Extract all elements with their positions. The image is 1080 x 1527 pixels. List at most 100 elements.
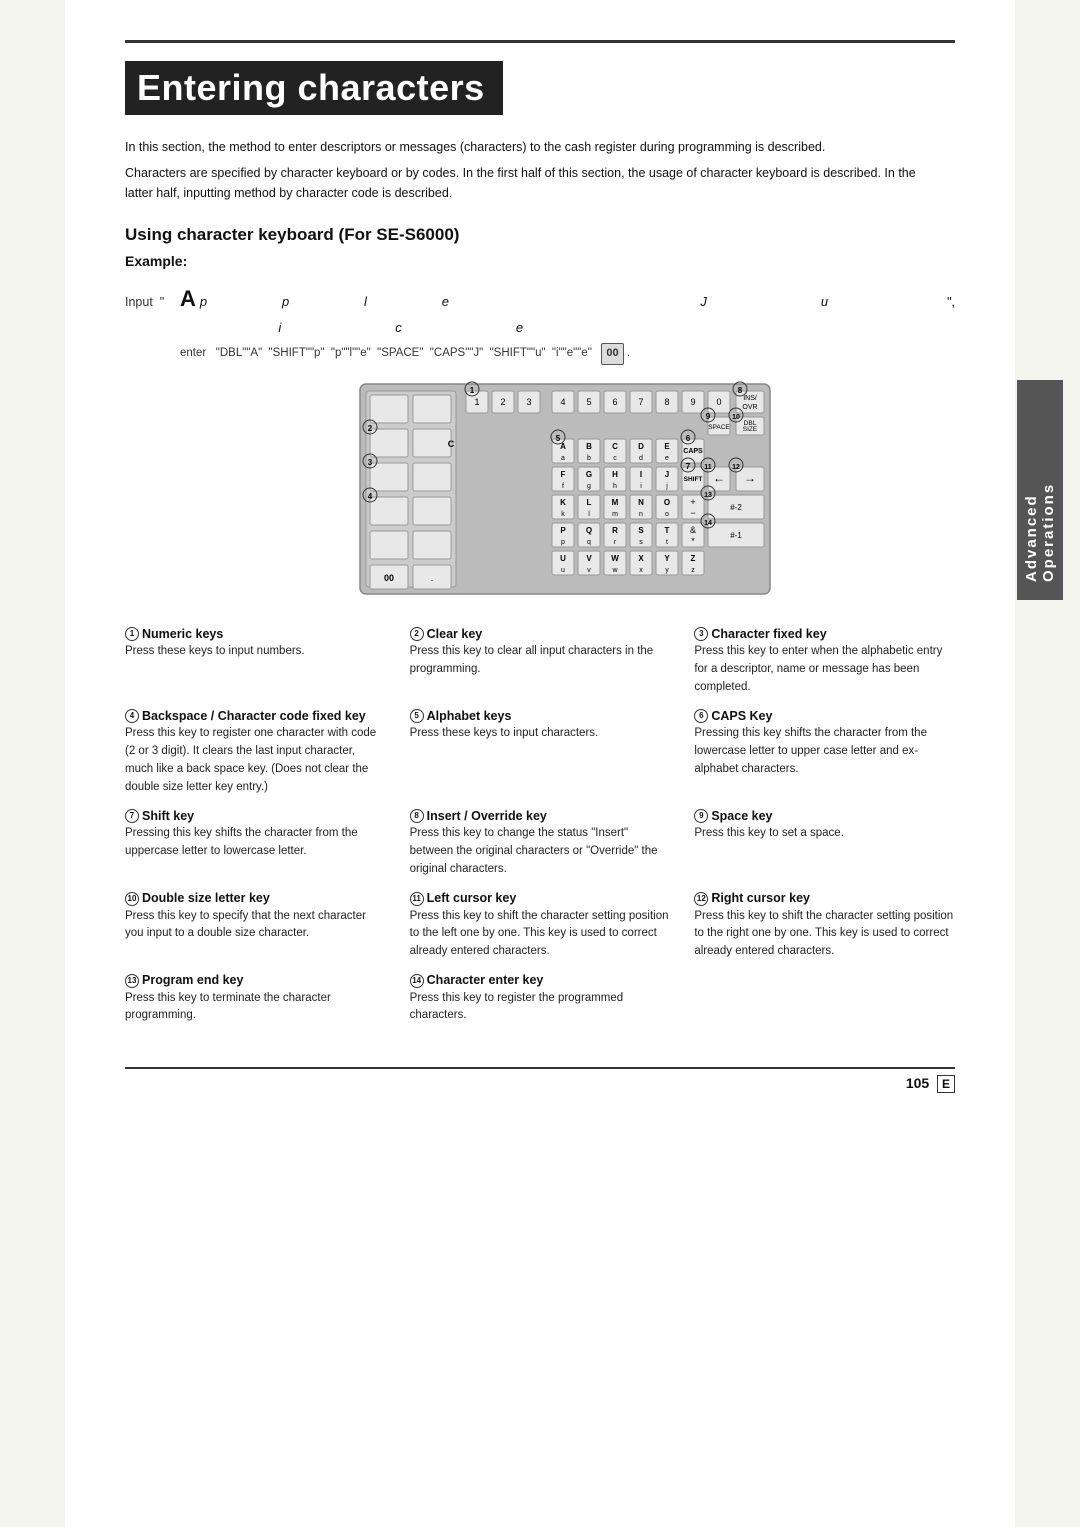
svg-text:C: C [448, 439, 455, 449]
svg-text:00: 00 [384, 573, 394, 583]
desc-item-3: 3Character fixed keyPress this key to en… [694, 627, 955, 697]
desc-title-5: 5Alphabet keys [410, 709, 671, 724]
desc-text-12: Press this key to shift the character se… [694, 908, 955, 961]
desc-item-1: 1Numeric keysPress these keys to input n… [125, 627, 386, 697]
svg-text:13: 13 [704, 492, 712, 499]
desc-item-13: 13Program end key Press this key to termi… [125, 973, 386, 1025]
svg-text:1: 1 [474, 397, 479, 407]
svg-text:5: 5 [556, 434, 561, 443]
desc-item-11: 11Left cursor key Press this key to shift… [410, 891, 671, 961]
svg-text:y: y [665, 567, 669, 574]
svg-text:U: U [560, 554, 566, 563]
svg-text:x: x [639, 567, 643, 574]
svg-text:u: u [561, 567, 565, 574]
svg-text:n: n [639, 511, 643, 518]
svg-text:2: 2 [368, 424, 373, 433]
desc-title-14: 14Character enter key [410, 973, 671, 988]
svg-text:2: 2 [500, 397, 505, 407]
desc-text-2: Press this key to clear all input charac… [410, 643, 671, 679]
svg-text:8: 8 [738, 386, 743, 395]
svg-text:m: m [612, 511, 618, 518]
desc-text-6: Pressing this key shifts the character f… [694, 725, 955, 778]
section-title: Using character keyboard (For SE-S6000) [125, 225, 955, 245]
svg-text:→: → [744, 471, 756, 485]
desc-item-10: 10Double size letter keyPress this key t… [125, 891, 386, 961]
desc-text-13: Press this key to terminate the characte… [125, 990, 386, 1026]
desc-item-2: 2Clear keyPress this key to clear all in… [410, 627, 671, 697]
svg-text:4: 4 [368, 492, 373, 501]
input-big-a: A [180, 277, 196, 321]
desc-item-4: 4Backspace / Character code fixed keyPre… [125, 709, 386, 797]
svg-text:4: 4 [560, 397, 565, 407]
svg-text:S: S [638, 526, 644, 535]
svg-text:5: 5 [586, 397, 591, 407]
svg-text:q: q [587, 539, 591, 546]
example-area: Input " A p p l e J u i c e " , enter "D… [125, 277, 955, 365]
svg-text:K: K [560, 498, 566, 507]
svg-text:3: 3 [368, 458, 373, 467]
svg-text:O: O [664, 498, 670, 507]
svg-text:*: * [691, 536, 695, 546]
enter-dot: . [627, 347, 630, 359]
svg-text:G: G [586, 470, 592, 479]
top-rule [125, 40, 955, 43]
desc-item-8: 8Insert / Override keyPress this key to … [410, 809, 671, 879]
svg-text:z: z [691, 567, 695, 574]
svg-text:t: t [666, 539, 668, 546]
enter-box: 00 [601, 343, 623, 365]
svg-text:SHIFT: SHIFT [684, 476, 703, 483]
svg-text:R: R [612, 526, 618, 535]
svg-text:s: s [639, 539, 643, 546]
desc-title-9: 9Space key [694, 809, 955, 824]
svg-text:9: 9 [690, 397, 695, 407]
svg-text:9: 9 [706, 412, 711, 421]
desc-item-5: 5Alphabet keysPress these keys to input … [410, 709, 671, 797]
svg-text:CAPS: CAPS [683, 448, 703, 455]
desc-item-12: 12Right cursor keyPress this key to shif… [694, 891, 955, 961]
svg-text:Z: Z [691, 554, 696, 563]
svg-text:F: F [561, 470, 566, 479]
svg-text:P: P [560, 526, 566, 535]
desc-item-9: 9Space keyPress this key to set a space. [694, 809, 955, 879]
keyboard-container: 00 . 1 2 3 4 5 6 7 8 [125, 379, 955, 609]
desc-title-1: 1Numeric keys [125, 627, 386, 642]
example-label: Example: [125, 253, 955, 269]
desc-item-6: 6CAPS KeyPressing this key shifts the ch… [694, 709, 955, 797]
svg-text:h: h [613, 483, 617, 490]
svg-text:+: + [690, 497, 695, 507]
svg-text:8: 8 [664, 397, 669, 407]
input-line: Input " A p p l e J u i c e " , [125, 277, 955, 341]
desc-text-1: Press these keys to input numbers. [125, 643, 386, 661]
page-number-row: 105 E [125, 1067, 955, 1091]
svg-text:w: w [611, 567, 618, 574]
intro-paragraph-2: Characters are specified by character ke… [125, 163, 945, 203]
svg-text:N: N [638, 498, 644, 507]
desc-title-2: 2Clear key [410, 627, 671, 642]
svg-text:c: c [613, 455, 617, 462]
desc-title-4: 4Backspace / Character code fixed key [125, 709, 386, 724]
svg-text:7: 7 [638, 397, 643, 407]
svg-text:e: e [665, 455, 669, 462]
desc-title-11: 11Left cursor key [410, 891, 671, 906]
svg-text:V: V [586, 554, 592, 563]
desc-text-11: Press this key to shift the character se… [410, 908, 671, 961]
svg-text:X: X [638, 554, 644, 563]
svg-text:6: 6 [612, 397, 617, 407]
svg-text:W: W [611, 554, 619, 563]
desc-title-7: 7Shift key [125, 809, 386, 824]
desc-title-6: 6CAPS Key [694, 709, 955, 724]
svg-text:3: 3 [526, 397, 531, 407]
input-label: Input " [125, 290, 180, 315]
desc-title-8: 8Insert / Override key [410, 809, 671, 824]
svg-text:11: 11 [704, 464, 712, 471]
svg-text:←: ← [713, 471, 725, 485]
desc-item-14: 14Character enter keyPress this key to r… [410, 973, 671, 1025]
svg-text:o: o [665, 511, 669, 518]
svg-text:T: T [665, 526, 670, 535]
desc-text-3: Press this key to enter when the alphabe… [694, 643, 955, 696]
desc-title-13: 13Program end key [125, 973, 386, 988]
svg-text:SPACE: SPACE [708, 424, 730, 431]
intro-paragraph-1: In this section, the method to enter des… [125, 137, 945, 157]
desc-text-5: Press these keys to input characters. [410, 725, 671, 743]
page-title: Entering characters [125, 61, 503, 115]
